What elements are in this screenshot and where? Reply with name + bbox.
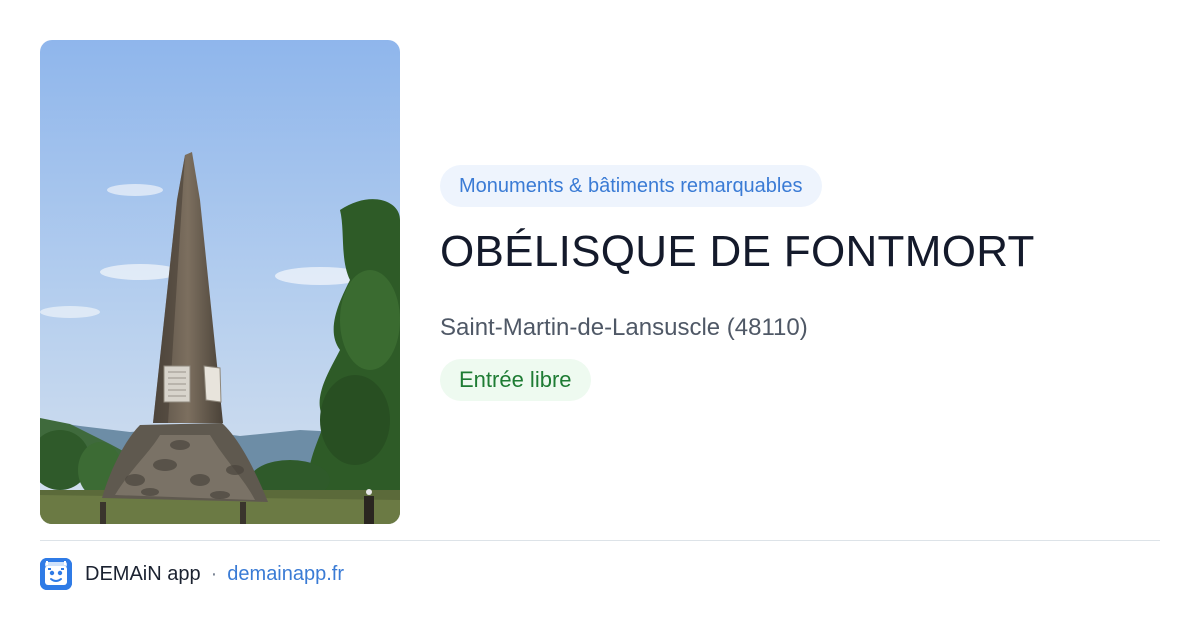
access-badge: Entrée libre (440, 359, 591, 401)
footer-separator: · (210, 562, 218, 585)
place-title: OBÉLISQUE DE FONTMORT (440, 227, 1035, 276)
place-location: Saint-Martin-de-Lansuscle (48110) (440, 314, 808, 341)
demain-app-logo-icon (40, 558, 72, 590)
place-info: Monuments & bâtiments remarquables OBÉLI… (440, 165, 1160, 401)
obelisk-photo (40, 40, 400, 524)
footer: DEMAiN app · demainapp.fr (40, 558, 344, 590)
app-website-link[interactable]: demainapp.fr (227, 563, 344, 586)
app-name: DEMAiN app (85, 562, 201, 585)
category-badge[interactable]: Monuments & bâtiments remarquables (440, 165, 822, 207)
monument-photo (40, 40, 400, 524)
footer-divider (40, 540, 1160, 541)
